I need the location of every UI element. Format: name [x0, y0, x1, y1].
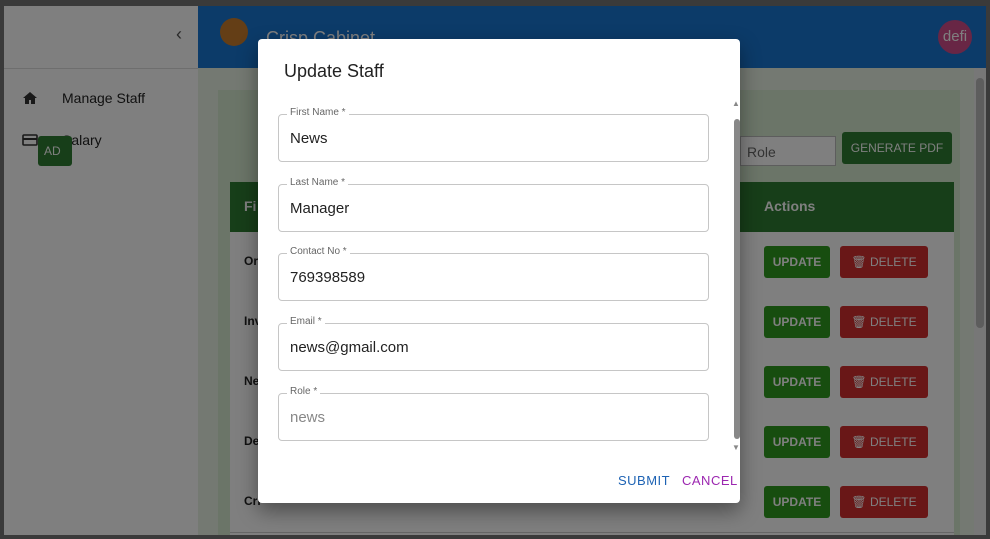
app-window: ‹ Manage Staff Salary Crisp Cabinet defi…: [4, 6, 986, 535]
scroll-up-arrow-icon[interactable]: ▲: [732, 99, 740, 108]
role-field: Role * news: [278, 386, 709, 441]
role-value: news: [290, 409, 326, 426]
last-name-label: Last Name *: [287, 177, 349, 188]
dialog-title: Update Staff: [284, 61, 384, 81]
last-name-field[interactable]: Last Name * Manager: [278, 177, 709, 232]
scroll-down-arrow-icon[interactable]: ▼: [732, 443, 740, 452]
cancel-button[interactable]: CANCEL: [682, 473, 738, 488]
dialog-scrollbar-thumb[interactable]: [734, 119, 740, 439]
email-value: news@gmail.com: [290, 339, 409, 356]
submit-button[interactable]: SUBMIT: [618, 473, 670, 488]
first-name-label: First Name *: [287, 107, 349, 118]
contact-no-label: Contact No *: [287, 246, 350, 257]
email-label: Email *: [287, 316, 325, 327]
contact-no-field[interactable]: Contact No * 769398589: [278, 246, 709, 301]
update-staff-dialog: Update Staff First Name * News Last Name…: [258, 39, 740, 503]
role-label: Role *: [287, 386, 321, 397]
contact-no-value: 769398589: [290, 269, 366, 286]
first-name-value: News: [290, 130, 328, 147]
last-name-value: Manager: [290, 200, 350, 217]
first-name-field[interactable]: First Name * News: [278, 107, 709, 162]
email-field[interactable]: Email * news@gmail.com: [278, 316, 709, 371]
